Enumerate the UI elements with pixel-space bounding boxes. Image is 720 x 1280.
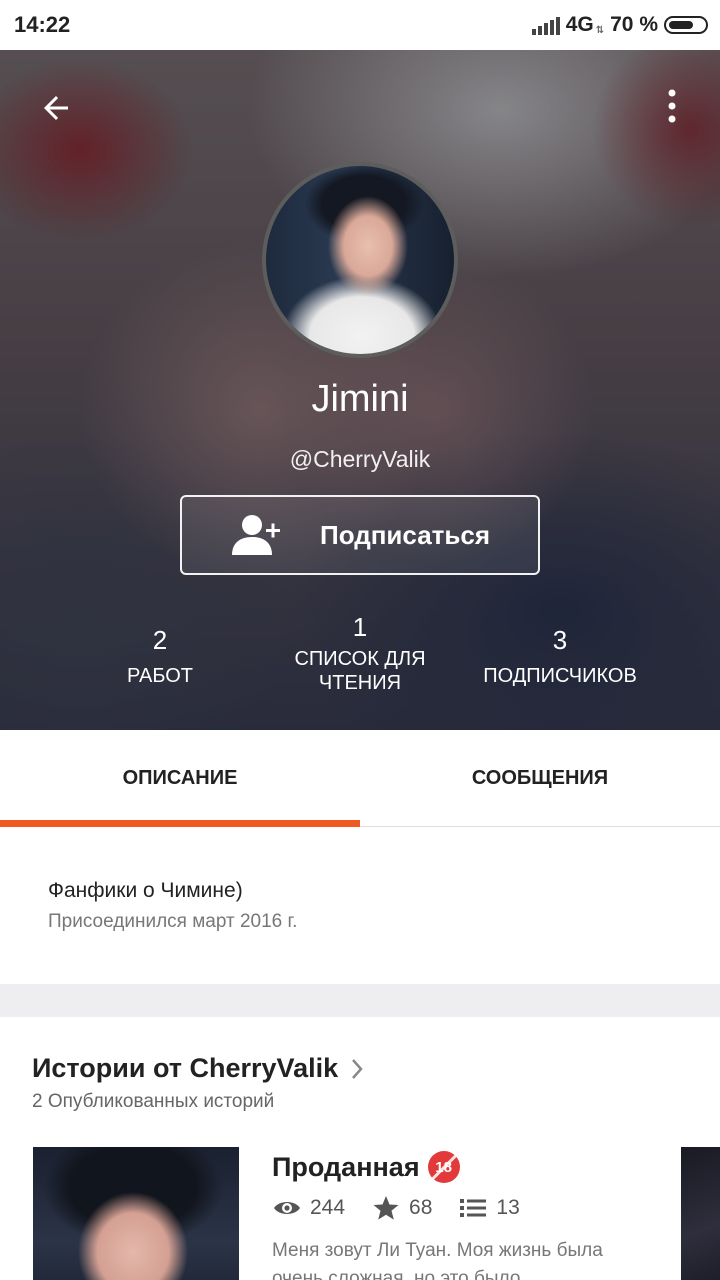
next-story-cover[interactable]: [681, 1147, 720, 1280]
data-activity-icon: ⇅: [595, 24, 605, 36]
subscribe-button[interactable]: Подписаться: [180, 495, 540, 575]
list-icon: [460, 1199, 487, 1217]
more-options-button[interactable]: [650, 84, 694, 128]
stories-title: Истории от CherryValik: [32, 1053, 339, 1083]
stat-reading-lists-value: 1: [352, 612, 368, 642]
subscribe-label: Подписаться: [320, 519, 491, 550]
profile-handle: @CherryValik: [289, 446, 431, 472]
status-indicators: 4G ⇅ 70 %: [531, 10, 708, 40]
story-cover[interactable]: [33, 1147, 239, 1280]
stories-header-link[interactable]: Истории от CherryValik: [32, 1053, 364, 1084]
add-person-icon: [232, 515, 280, 555]
stat-works-value: 2: [152, 625, 168, 655]
chevron-right-icon: [352, 1058, 363, 1079]
stat-works[interactable]: 2 РАБОТ: [80, 625, 240, 688]
star-icon: [373, 1196, 399, 1220]
tab-description[interactable]: ОПИСАНИЕ: [0, 730, 360, 827]
profile-name: Jimini: [311, 378, 409, 420]
story-parts: 13: [496, 1196, 520, 1219]
story-title-row[interactable]: Проданная 18: [272, 1151, 460, 1183]
stories-count: 2 Опубликованных историй: [32, 1091, 275, 1112]
age-rating-badge: 18: [427, 1151, 460, 1183]
back-arrow-icon: [44, 96, 68, 120]
about-section: Фанфики о Чимине) Присоединился март 201…: [0, 827, 720, 984]
profile-header: Jimini @CherryValik Подписаться 2 РАБОТ …: [0, 50, 720, 730]
stat-followers-value: 3: [552, 625, 568, 655]
more-vert-icon: [668, 89, 676, 123]
story-votes: 68: [409, 1196, 433, 1219]
avatar[interactable]: [262, 162, 458, 358]
back-button[interactable]: [34, 86, 78, 130]
stat-reading-lists[interactable]: 1 СПИСОК ДЛЯ ЧТЕНИЯ: [270, 612, 450, 695]
story-views: 244: [310, 1196, 346, 1219]
stories-section: Истории от CherryValik 2 Опубликованных …: [0, 1017, 720, 1280]
stat-followers[interactable]: 3 ПОДПИСЧИКОВ: [460, 625, 660, 688]
network-type: 4G: [565, 13, 594, 36]
battery-fill: [669, 21, 693, 29]
stat-works-label: РАБОТ: [126, 665, 193, 687]
battery-icon: [664, 16, 708, 34]
stat-followers-label: ПОДПИСЧИКОВ: [483, 665, 637, 687]
section-divider: [0, 984, 720, 1017]
status-bar: 14:22 4G ⇅ 70 %: [0, 0, 720, 50]
profile-tabs: ОПИСАНИЕ СООБЩЕНИЯ: [0, 730, 720, 827]
battery-percent: 70 %: [610, 13, 658, 36]
story-description: Меня зовут Ли Туан. Моя жизнь была очень…: [272, 1240, 603, 1280]
eye-icon: [274, 1202, 300, 1214]
status-time: 14:22: [14, 12, 71, 37]
story-title: Проданная: [272, 1151, 420, 1182]
stat-reading-lists-label: СПИСОК ДЛЯ ЧТЕНИЯ: [294, 648, 426, 694]
about-joined-date: Присоединился март 2016 г.: [48, 911, 298, 932]
tab-messages[interactable]: СООБЩЕНИЯ: [360, 730, 720, 826]
story-stats: 244 68 13: [272, 1195, 546, 1221]
about-description: Фанфики о Чимине): [48, 879, 243, 902]
signal-icon: [531, 15, 560, 35]
